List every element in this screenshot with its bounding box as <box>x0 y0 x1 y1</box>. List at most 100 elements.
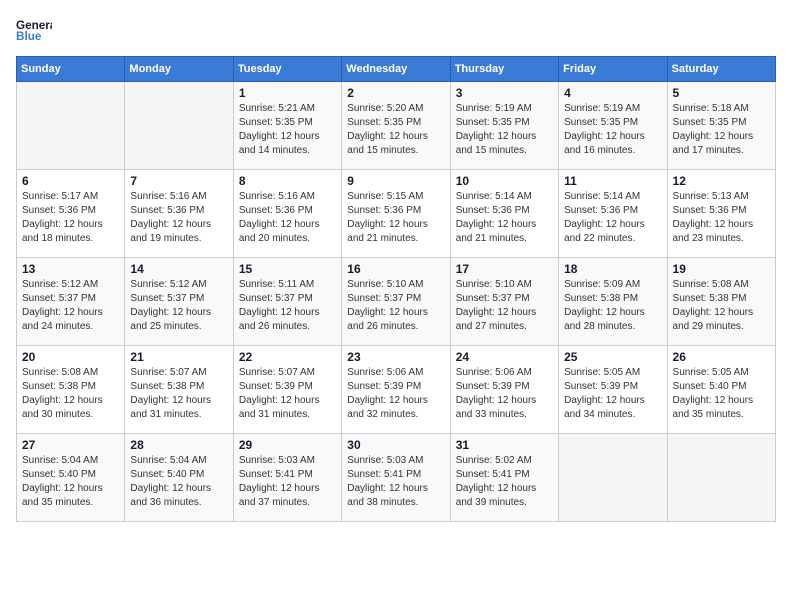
calendar-cell: 27 Sunrise: 5:04 AMSunset: 5:40 PMDayligh… <box>17 434 125 522</box>
calendar-cell <box>125 82 233 170</box>
day-number: 5 <box>673 86 770 100</box>
calendar-cell: 14Sunrise: 5:12 AMSunset: 5:37 PMDayligh… <box>125 258 233 346</box>
day-number: 8 <box>239 174 336 188</box>
calendar-cell: 31 Sunrise: 5:02 AMSunset: 5:41 PMDayligh… <box>450 434 558 522</box>
day-info: Sunrise: 5:09 AMSunset: 5:38 PMDaylight:… <box>564 278 661 334</box>
day-info: Sunrise: 5:10 AMSunset: 5:37 PMDaylight:… <box>347 278 444 334</box>
calendar-cell: 11 Sunrise: 5:14 AMSunset: 5:36 PMDayligh… <box>559 170 667 258</box>
day-number: 26 <box>673 350 770 364</box>
day-number: 20 <box>22 350 119 364</box>
calendar-week-row: 6Sunrise: 5:17 AMSunset: 5:36 PMDaylight… <box>17 170 776 258</box>
calendar-cell: 4Sunrise: 5:19 AMSunset: 5:35 PMDaylight… <box>559 82 667 170</box>
day-info: Sunrise: 5:04 AMSunset: 5:40 PMDaylight:… <box>22 454 119 510</box>
calendar-cell: 15Sunrise: 5:11 AMSunset: 5:37 PMDayligh… <box>233 258 341 346</box>
day-info: Sunrise: 5:15 AMSunset: 5:36 PMDaylight:… <box>347 190 444 246</box>
weekday-header-thursday: Thursday <box>450 57 558 82</box>
day-number: 25 <box>564 350 661 364</box>
calendar-cell: 2 Sunrise: 5:20 AMSunset: 5:35 PMDaylight… <box>342 82 450 170</box>
calendar-cell: 5 Sunrise: 5:18 AMSunset: 5:35 PMDaylight… <box>667 82 775 170</box>
day-info: Sunrise: 5:06 AMSunset: 5:39 PMDaylight:… <box>347 366 444 422</box>
day-number: 1 <box>239 86 336 100</box>
calendar-cell: 12 Sunrise: 5:13 AMSunset: 5:36 PMDayligh… <box>667 170 775 258</box>
calendar-cell: 23 Sunrise: 5:06 AMSunset: 5:39 PMDayligh… <box>342 346 450 434</box>
calendar-cell: 26 Sunrise: 5:05 AMSunset: 5:40 PMDayligh… <box>667 346 775 434</box>
day-number: 19 <box>673 262 770 276</box>
calendar-cell: 20 Sunrise: 5:08 AMSunset: 5:38 PMDayligh… <box>17 346 125 434</box>
page-header: General Blue <box>16 16 776 44</box>
day-number: 4 <box>564 86 661 100</box>
day-info: Sunrise: 5:07 AMSunset: 5:39 PMDaylight:… <box>239 366 336 422</box>
day-info: Sunrise: 5:08 AMSunset: 5:38 PMDaylight:… <box>673 278 770 334</box>
calendar-cell: 10Sunrise: 5:14 AMSunset: 5:36 PMDayligh… <box>450 170 558 258</box>
calendar-cell: 28Sunrise: 5:04 AMSunset: 5:40 PMDayligh… <box>125 434 233 522</box>
calendar-cell <box>559 434 667 522</box>
day-info: Sunrise: 5:10 AMSunset: 5:37 PMDaylight:… <box>456 278 553 334</box>
calendar-cell: 3 Sunrise: 5:19 AMSunset: 5:35 PMDaylight… <box>450 82 558 170</box>
weekday-header-sunday: Sunday <box>17 57 125 82</box>
svg-text:Blue: Blue <box>16 30 42 43</box>
day-number: 14 <box>130 262 227 276</box>
day-number: 18 <box>564 262 661 276</box>
calendar-cell <box>17 82 125 170</box>
weekday-header-monday: Monday <box>125 57 233 82</box>
calendar-table: SundayMondayTuesdayWednesdayThursdayFrid… <box>16 56 776 522</box>
calendar-cell: 21 Sunrise: 5:07 AMSunset: 5:38 PMDayligh… <box>125 346 233 434</box>
calendar-cell: 17Sunrise: 5:10 AMSunset: 5:37 PMDayligh… <box>450 258 558 346</box>
calendar-cell: 18 Sunrise: 5:09 AMSunset: 5:38 PMDayligh… <box>559 258 667 346</box>
calendar-cell: 7Sunrise: 5:16 AMSunset: 5:36 PMDaylight… <box>125 170 233 258</box>
calendar-cell: 9 Sunrise: 5:15 AMSunset: 5:36 PMDaylight… <box>342 170 450 258</box>
weekday-header-wednesday: Wednesday <box>342 57 450 82</box>
day-info: Sunrise: 5:11 AMSunset: 5:37 PMDaylight:… <box>239 278 336 334</box>
calendar-cell: 6Sunrise: 5:17 AMSunset: 5:36 PMDaylight… <box>17 170 125 258</box>
calendar-cell: 22 Sunrise: 5:07 AMSunset: 5:39 PMDayligh… <box>233 346 341 434</box>
day-info: Sunrise: 5:08 AMSunset: 5:38 PMDaylight:… <box>22 366 119 422</box>
day-number: 22 <box>239 350 336 364</box>
day-number: 29 <box>239 438 336 452</box>
day-number: 12 <box>673 174 770 188</box>
calendar-week-row: 1 Sunrise: 5:21 AMSunset: 5:35 PMDaylight… <box>17 82 776 170</box>
day-number: 2 <box>347 86 444 100</box>
day-number: 23 <box>347 350 444 364</box>
day-info: Sunrise: 5:06 AMSunset: 5:39 PMDaylight:… <box>456 366 553 422</box>
day-info: Sunrise: 5:05 AMSunset: 5:39 PMDaylight:… <box>564 366 661 422</box>
calendar-cell: 13Sunrise: 5:12 AMSunset: 5:37 PMDayligh… <box>17 258 125 346</box>
day-info: Sunrise: 5:05 AMSunset: 5:40 PMDaylight:… <box>673 366 770 422</box>
day-info: Sunrise: 5:21 AMSunset: 5:35 PMDaylight:… <box>239 102 336 158</box>
day-number: 10 <box>456 174 553 188</box>
day-number: 16 <box>347 262 444 276</box>
calendar-cell <box>667 434 775 522</box>
day-info: Sunrise: 5:07 AMSunset: 5:38 PMDaylight:… <box>130 366 227 422</box>
weekday-header-friday: Friday <box>559 57 667 82</box>
calendar-week-row: 27 Sunrise: 5:04 AMSunset: 5:40 PMDayligh… <box>17 434 776 522</box>
day-info: Sunrise: 5:04 AMSunset: 5:40 PMDaylight:… <box>130 454 227 510</box>
weekday-header-tuesday: Tuesday <box>233 57 341 82</box>
day-number: 21 <box>130 350 227 364</box>
day-info: Sunrise: 5:13 AMSunset: 5:36 PMDaylight:… <box>673 190 770 246</box>
day-number: 9 <box>347 174 444 188</box>
calendar-cell: 19 Sunrise: 5:08 AMSunset: 5:38 PMDayligh… <box>667 258 775 346</box>
weekday-header-saturday: Saturday <box>667 57 775 82</box>
day-info: Sunrise: 5:19 AMSunset: 5:35 PMDaylight:… <box>456 102 553 158</box>
day-info: Sunrise: 5:03 AMSunset: 5:41 PMDaylight:… <box>239 454 336 510</box>
day-number: 24 <box>456 350 553 364</box>
calendar-cell: 1 Sunrise: 5:21 AMSunset: 5:35 PMDaylight… <box>233 82 341 170</box>
calendar-cell: 29 Sunrise: 5:03 AMSunset: 5:41 PMDayligh… <box>233 434 341 522</box>
day-info: Sunrise: 5:14 AMSunset: 5:36 PMDaylight:… <box>564 190 661 246</box>
calendar-cell: 30Sunrise: 5:03 AMSunset: 5:41 PMDayligh… <box>342 434 450 522</box>
calendar-cell: 24 Sunrise: 5:06 AMSunset: 5:39 PMDayligh… <box>450 346 558 434</box>
day-number: 11 <box>564 174 661 188</box>
day-info: Sunrise: 5:20 AMSunset: 5:35 PMDaylight:… <box>347 102 444 158</box>
day-info: Sunrise: 5:16 AMSunset: 5:36 PMDaylight:… <box>130 190 227 246</box>
day-info: Sunrise: 5:18 AMSunset: 5:35 PMDaylight:… <box>673 102 770 158</box>
calendar-week-row: 20 Sunrise: 5:08 AMSunset: 5:38 PMDayligh… <box>17 346 776 434</box>
day-info: Sunrise: 5:02 AMSunset: 5:41 PMDaylight:… <box>456 454 553 510</box>
day-number: 27 <box>22 438 119 452</box>
logo: General Blue <box>16 16 52 44</box>
day-number: 3 <box>456 86 553 100</box>
day-info: Sunrise: 5:17 AMSunset: 5:36 PMDaylight:… <box>22 190 119 246</box>
calendar-cell: 25 Sunrise: 5:05 AMSunset: 5:39 PMDayligh… <box>559 346 667 434</box>
calendar-cell: 16 Sunrise: 5:10 AMSunset: 5:37 PMDayligh… <box>342 258 450 346</box>
day-number: 31 <box>456 438 553 452</box>
calendar-week-row: 13Sunrise: 5:12 AMSunset: 5:37 PMDayligh… <box>17 258 776 346</box>
day-info: Sunrise: 5:12 AMSunset: 5:37 PMDaylight:… <box>22 278 119 334</box>
